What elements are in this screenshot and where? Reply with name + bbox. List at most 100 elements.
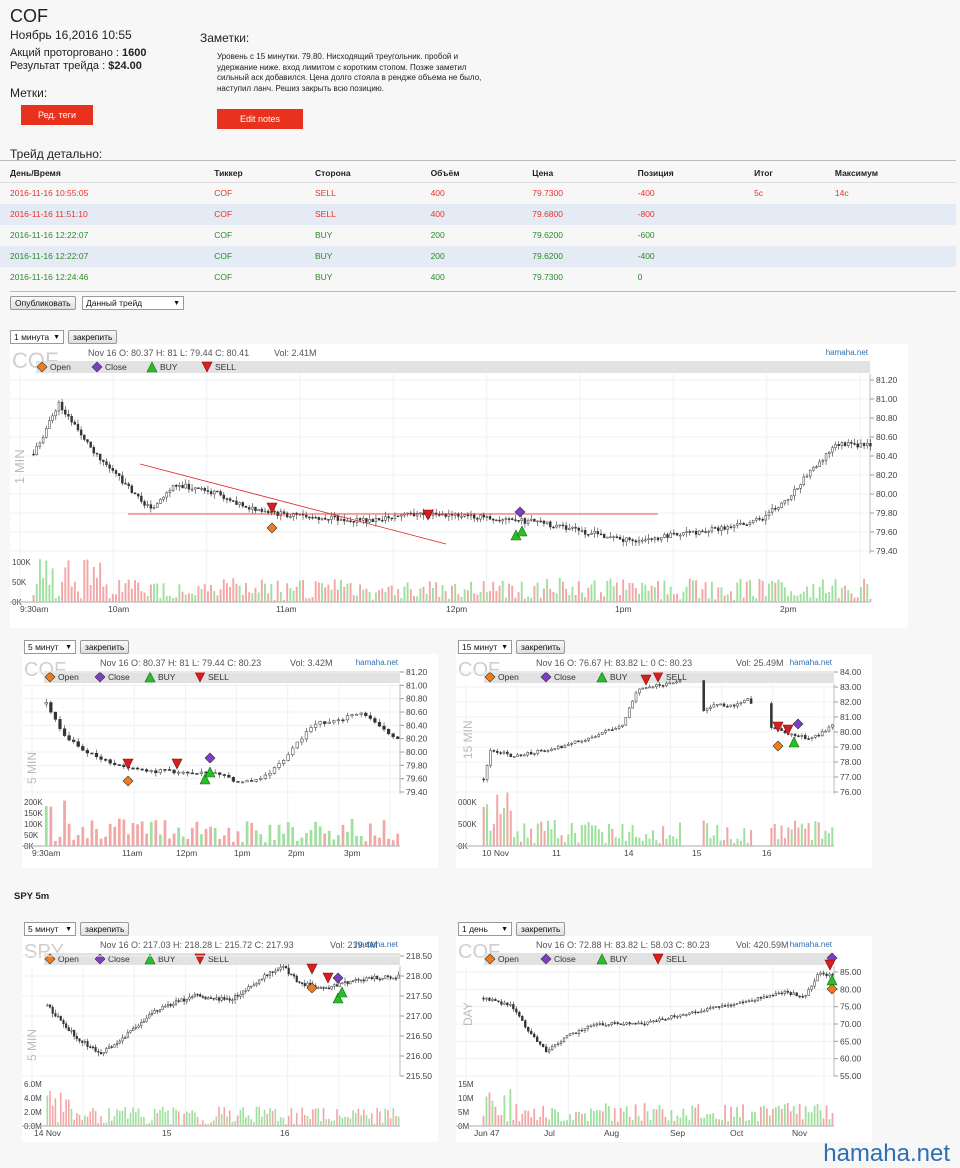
candle-body (652, 1020, 655, 1023)
volume-bar (200, 834, 203, 846)
price-chart-5min[interactable]: COF Nov 16 O: 80.37 H: 81 L: 79.44 C: 80.… (22, 654, 438, 868)
volume-bar (349, 1118, 352, 1126)
price-tick-label: 81.00 (406, 680, 428, 690)
timeframe-select-2[interactable]: 5 минут ▼ (24, 640, 76, 654)
volume-bar (81, 826, 85, 846)
volume-bar (596, 599, 599, 602)
volume-bar (742, 597, 745, 602)
price-tick-label: 78.00 (840, 757, 862, 767)
volume-bar (548, 1119, 551, 1126)
volume-tick-label: 4.0M (24, 1094, 42, 1103)
volume-bar (821, 579, 824, 602)
volume-bar (595, 1109, 598, 1126)
timeframe-select-5[interactable]: 1 день ▼ (458, 922, 512, 936)
candle-body (828, 451, 831, 454)
trade-select[interactable]: Данный трейд ▼ (82, 296, 184, 310)
volume-bar (751, 1111, 753, 1126)
candle-body (378, 978, 381, 981)
candle-body (238, 502, 241, 505)
volume-bar (801, 1119, 804, 1126)
candle-body (252, 984, 255, 987)
candle-body (498, 519, 501, 522)
volume-bar (215, 1116, 218, 1126)
volume-bar (616, 1121, 619, 1126)
candle-body (393, 515, 397, 519)
volume-bar (724, 1104, 727, 1126)
pin-button-1[interactable]: закрепить (68, 330, 118, 344)
candle-body (67, 1027, 70, 1032)
candle-body (670, 1015, 673, 1019)
candle-body (564, 525, 568, 530)
edit-notes-button[interactable]: Edit notes (217, 109, 303, 129)
pin-button-2[interactable]: закрепить (80, 640, 130, 654)
volume-bar (577, 581, 580, 602)
candle-body (613, 1022, 616, 1024)
candle-body (330, 986, 333, 990)
price-tick-label: 80.00 (840, 984, 862, 994)
volume-bar (770, 827, 773, 846)
timeframe-select-1[interactable]: 1 минута ▼ (10, 330, 64, 344)
volume-bar (694, 1107, 697, 1126)
volume-bar (393, 595, 396, 602)
volume-bar (657, 581, 659, 602)
candle-body (812, 467, 815, 471)
volume-bar (817, 822, 820, 846)
candle-body (489, 750, 492, 766)
candle-body (250, 985, 253, 988)
volume-bar (706, 823, 709, 846)
edit-tags-button[interactable]: Ред. теги (21, 105, 93, 125)
candle-body (599, 533, 603, 536)
volume-bar (831, 827, 834, 846)
candle-body (75, 1036, 78, 1040)
candle-body (86, 439, 89, 443)
candle-body (807, 989, 810, 996)
notes-text: Уровень с 15 минутки. 79.80. Нисходящий … (217, 52, 482, 93)
pin-button-4[interactable]: закрепить (80, 922, 130, 936)
pin-button-5[interactable]: закрепить (516, 922, 566, 936)
publish-button[interactable]: Опубликовать (10, 296, 76, 310)
volume-bar (802, 591, 805, 602)
candle-body (604, 730, 607, 733)
volume-bar (691, 1105, 694, 1126)
price-tick-label: 80.20 (876, 470, 898, 480)
candle-body (764, 515, 768, 521)
candle-body (762, 996, 766, 999)
volume-bar (764, 596, 767, 602)
candle-body (499, 752, 502, 754)
price-chart-15min[interactable]: COF Nov 16 O: 76.67 H: 83.82 L: 0 C: 80.2… (456, 654, 872, 868)
candle-body (260, 508, 264, 512)
timeframe-select-4[interactable]: 5 минут ▼ (24, 922, 76, 936)
volume-bar (178, 584, 181, 602)
candle-body (64, 409, 67, 415)
candle-body (220, 997, 223, 1001)
price-chart-daily[interactable]: COF Nov 16 O: 72.88 H: 83.82 L: 58.03 C: … (456, 936, 872, 1142)
price-tick-label: 81.20 (406, 667, 428, 677)
volume-bar (470, 581, 472, 602)
volume-bar (134, 580, 136, 602)
legend-sell-label: SELL (215, 362, 236, 372)
candle-body (550, 748, 553, 751)
price-chart-spy-5min[interactable]: SPY Nov 16 O: 217.03 H: 218.28 L: 215.72 … (22, 936, 438, 1142)
candle-body (105, 1048, 108, 1053)
col-header: Объём (420, 160, 523, 183)
pin-button-3[interactable]: закрепить (516, 640, 566, 654)
volume-bar (825, 1105, 828, 1126)
candle-body (651, 686, 655, 689)
price-chart-1min[interactable]: COF Nov 16 O: 80.37 H: 81 L: 79.44 C: 80.… (10, 344, 908, 628)
candle-body (747, 1000, 751, 1002)
candle-body (607, 729, 611, 731)
candle-body (869, 443, 872, 447)
candle-body (412, 512, 416, 517)
volume-bar (206, 591, 209, 602)
candle-body (377, 518, 381, 521)
candle-body (250, 780, 254, 782)
volume-bar (631, 825, 634, 846)
candle-body (158, 1009, 162, 1012)
volume-bar (228, 1110, 231, 1126)
candle-body (587, 737, 590, 741)
volume-bar (360, 1115, 362, 1126)
candle-body (150, 1013, 153, 1015)
volume-bar (238, 585, 241, 602)
candle-body (327, 987, 330, 990)
timeframe-select-3[interactable]: 15 минут ▼ (458, 640, 512, 654)
